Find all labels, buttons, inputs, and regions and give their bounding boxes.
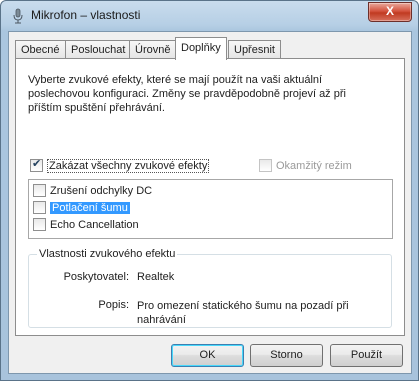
tab-upresnit[interactable]: Upřesnit: [228, 40, 281, 59]
disable-all-effects-label: Zakázat všechny zvukové efekty: [47, 158, 210, 173]
window-title: Mikrofon – vlastnosti: [31, 8, 141, 22]
disable-all-effects-checkbox[interactable]: Zakázat všechny zvukové efekty: [30, 157, 210, 173]
tab-label: Upřesnit: [234, 44, 275, 56]
effect-label: Potlačení šumu: [50, 201, 130, 214]
immediate-mode-label: Okamžitý režim: [276, 159, 352, 172]
list-item-dc-offset[interactable]: Zrušení odchylky DC: [33, 184, 152, 197]
dialog-client-area: Obecné Poslouchat Úrovně Doplňky Upřesni…: [8, 31, 412, 374]
effects-list[interactable]: Zrušení odchylky DC Potlačení šumu Echo …: [28, 179, 393, 239]
effect-properties-group: Vlastnosti zvukového efektu Poskytovatel…: [28, 248, 392, 328]
tab-obecne[interactable]: Obecné: [15, 40, 66, 59]
checkbox-box[interactable]: [30, 157, 43, 172]
tab-label: Úrovně: [135, 44, 171, 56]
provider-label: Poskytovatel:: [63, 271, 129, 283]
checkbox-box[interactable]: [33, 218, 46, 231]
properties-window: Mikrofon – vlastnosti X Obecné Posloucha…: [0, 0, 419, 381]
ok-button[interactable]: OK: [171, 344, 244, 367]
checkbox-box[interactable]: [259, 159, 272, 172]
description-text: Vyberte zvukové efekty, které se mají po…: [28, 74, 346, 114]
tab-poslouchat[interactable]: Poslouchat: [65, 40, 132, 59]
tab-label: Poslouchat: [71, 44, 126, 56]
group-title: Vlastnosti zvukového efektu: [37, 248, 178, 260]
list-item-noise-suppression[interactable]: Potlačení šumu: [33, 201, 130, 214]
tab-urovne[interactable]: Úrovně: [129, 40, 177, 59]
ok-label: OK: [199, 349, 216, 361]
tab-doplnky[interactable]: Doplňky: [175, 37, 227, 60]
microphone-icon: [13, 8, 23, 24]
apply-label: Použít: [350, 349, 383, 361]
close-button[interactable]: X: [368, 2, 412, 22]
description-label: Popis:: [98, 299, 129, 311]
effect-label: Zrušení odchylky DC: [50, 184, 153, 197]
apply-button[interactable]: Použít: [330, 344, 403, 367]
effect-label: Echo Cancellation: [50, 218, 139, 231]
checkbox-box[interactable]: [33, 184, 46, 197]
enhancements-panel: Vyberte zvukové efekty, které se mají po…: [15, 58, 405, 336]
tab-label: Doplňky: [181, 42, 221, 54]
checkbox-box[interactable]: [33, 201, 46, 214]
description-value: Pro omezení statického šumu na pozadí př…: [137, 300, 349, 326]
title-bar[interactable]: Mikrofon – vlastnosti X: [1, 1, 418, 31]
immediate-mode-checkbox[interactable]: Okamžitý režim: [259, 159, 352, 172]
provider-value: Realtek: [137, 271, 175, 283]
close-icon: X: [385, 4, 394, 18]
cancel-label: Storno: [270, 349, 303, 361]
cancel-button[interactable]: Storno: [250, 344, 323, 367]
tab-label: Obecné: [21, 44, 60, 56]
list-item-echo-cancellation[interactable]: Echo Cancellation: [33, 218, 139, 231]
